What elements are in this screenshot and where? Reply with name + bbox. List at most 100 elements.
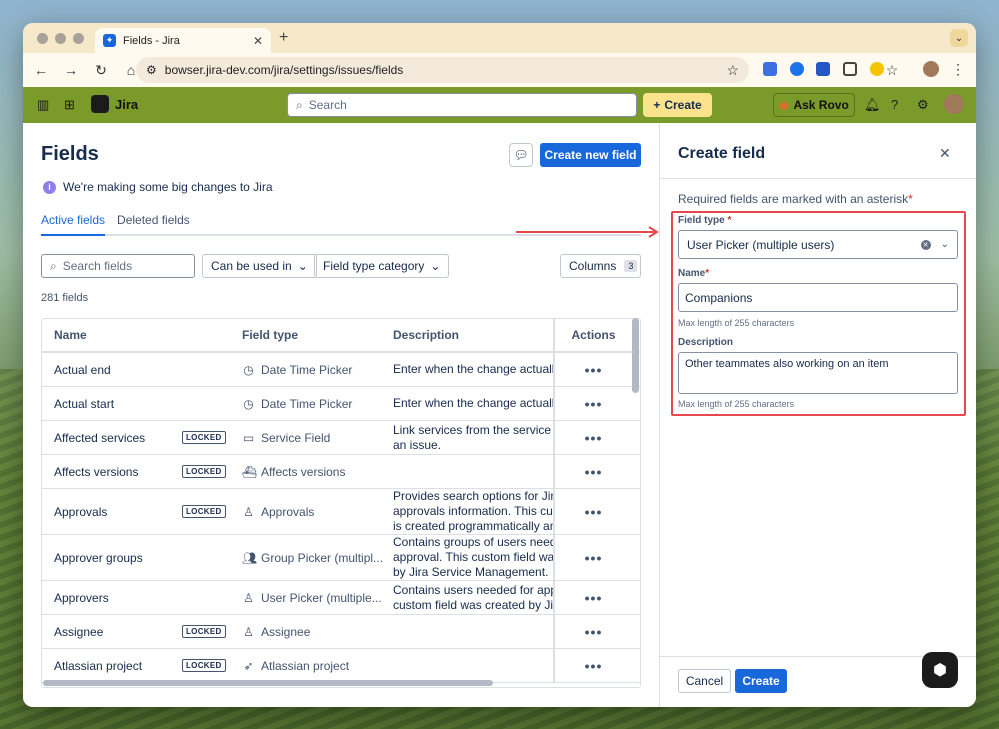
jira-logo[interactable]: Jira [91,95,138,113]
field-type-cell: ⛴︎ Affects versions [242,465,345,479]
address-bar[interactable]: ⚙ bowser.jira-dev.com/jira/settings/issu… [136,57,749,83]
field-type-select[interactable]: User Picker (multiple users) ✕ ⌄ [678,230,958,259]
bookmarks-icon[interactable]: ☆ [884,62,900,79]
extension-icon[interactable] [790,62,804,76]
browser-tab[interactable]: ✦ Fields - Jira ✕ [95,28,271,53]
settings-gear-icon[interactable]: ⚙ [917,97,929,113]
col-header-type[interactable]: Field type [242,328,298,342]
tab-active-fields[interactable]: Active fields [41,213,106,236]
col-header-name[interactable]: Name [54,328,87,342]
notifications-bell-icon[interactable]: 🔔︎ [864,97,881,113]
field-type-category-filter[interactable]: Field type category ⌄ [314,254,450,278]
more-actions-icon[interactable]: ••• [553,535,632,580]
more-actions-icon[interactable]: ••• [553,455,632,488]
user-icon: ♙ [243,590,254,605]
extension-icon[interactable] [763,62,777,76]
table-row[interactable]: Assignee LOCKED ♙ Assignee ••• [42,615,640,649]
global-search-input[interactable]: ⌕ Search [287,93,637,117]
cancel-button[interactable]: Cancel [678,669,731,693]
more-actions-icon[interactable]: ••• [553,353,632,386]
table-row[interactable]: Affected services LOCKED ▭ Service Field Lin… [42,421,640,455]
tab-search-chevron-icon[interactable]: ⌄ [950,29,968,47]
extensions-puzzle-icon[interactable] [843,62,857,76]
description-line: Enter when the change actually [393,362,553,376]
name-field[interactable]: Companions [678,283,958,312]
field-type-text: Atlassian project [261,658,350,673]
panel-title: Create field [678,145,766,162]
plus-icon: + [653,98,661,112]
table-row[interactable]: Approvers ♙ User Picker (multiple... Contai… [42,581,640,615]
app-switcher-icon[interactable]: ⊞ [64,97,75,113]
create-button[interactable]: Create [735,669,787,693]
extension-icon[interactable] [870,62,884,76]
close-icon[interactable]: ✕ [939,145,951,162]
field-name[interactable]: Affected services [54,431,145,445]
asterisk: * [705,268,710,279]
field-type-text: Group Picker (multipl... [261,550,384,565]
sidebar-toggle-icon[interactable]: ▥ [37,97,49,113]
field-name[interactable]: Approvals [54,505,107,519]
table-row[interactable]: Approvals LOCKED ♙ Approvals Provides search… [42,489,640,535]
table-row[interactable]: Actual end ◷ Date Time Picker Enter when th… [42,353,640,387]
search-fields-placeholder: Search fields [62,259,133,273]
field-name[interactable]: Affects versions [54,465,138,479]
field-name[interactable]: Approver groups [54,551,143,565]
field-name[interactable]: Approvers [54,591,109,605]
close-tab-icon[interactable]: ✕ [253,34,263,48]
more-actions-icon[interactable]: ••• [553,387,632,420]
more-actions-icon[interactable]: ••• [553,649,632,682]
search-fields-input[interactable]: ⌕ Search fields [41,254,195,278]
site-info-icon[interactable]: ⚙ [146,63,157,77]
feedback-icon[interactable]: 💬︎ [509,143,533,167]
more-actions-icon[interactable]: ••• [553,581,632,614]
create-button[interactable]: + Create [643,93,712,117]
bookmark-star-icon[interactable]: ☆ [726,62,739,79]
more-actions-icon[interactable]: ••• [553,489,632,534]
locked-badge: LOCKED [182,431,226,444]
description-field[interactable]: Other teammates also working on an item [678,352,958,394]
locked-badge: LOCKED [182,505,226,518]
minimize-window-button[interactable] [55,33,66,44]
change-notice[interactable]: i We're making some big changes to Jira [43,180,273,194]
browser-menu-icon[interactable]: ⋮ [950,61,966,78]
clock-icon: ◷ [243,362,254,377]
fields-table: Name Field type Description Actions Actu… [41,318,641,688]
field-name[interactable]: Actual start [54,397,114,411]
more-actions-icon[interactable]: ••• [553,421,632,454]
forward-icon[interactable]: → [63,62,79,78]
help-icon[interactable]: ? [891,97,898,112]
profile-avatar[interactable] [923,61,939,77]
user-icon: ♙ [243,624,254,639]
new-tab-icon[interactable]: + [279,29,288,47]
field-type-cell: ♙ User Picker (multiple... [242,591,382,605]
maximize-window-button[interactable] [73,33,84,44]
horizontal-scrollbar[interactable] [43,680,493,686]
ask-rovo-button[interactable]: ◆ Ask Rovo [773,93,855,117]
name-value: Companions [685,290,753,305]
chevron-down-icon[interactable]: ⌄ [941,239,949,250]
tab-strip: ✦ Fields - Jira ✕ + ⌄ [23,23,976,53]
create-new-field-button[interactable]: Create new field [540,143,641,167]
search-placeholder: Search [308,98,347,112]
help-fab-button[interactable]: ⬢ [922,652,958,688]
vertical-scrollbar[interactable] [632,318,639,393]
field-type-cell: ♙ Approvals [242,505,314,519]
table-row[interactable]: Approver groups 👥︎ Group Picker (multipl..… [42,535,640,581]
user-avatar[interactable] [944,94,964,114]
more-actions-icon[interactable]: ••• [553,615,632,648]
field-name[interactable]: Assignee [54,625,103,639]
tab-deleted-fields[interactable]: Deleted fields [117,213,190,234]
columns-button[interactable]: Columns 3 [560,254,641,278]
table-row[interactable]: Actual start ◷ Date Time Picker Enter when … [42,387,640,421]
table-row[interactable]: Affects versions LOCKED ⛴︎ Affects versions… [42,455,640,489]
clear-icon[interactable]: ✕ [920,239,931,250]
can-be-used-in-filter[interactable]: Can be used in ⌄ [202,254,317,278]
reload-icon[interactable]: ↻ [93,62,109,79]
field-name[interactable]: Actual end [54,363,111,377]
back-icon[interactable]: ← [33,62,49,78]
field-name[interactable]: Atlassian project [54,659,142,673]
description-line: is created programmatically and [393,519,553,533]
close-window-button[interactable] [37,33,48,44]
extension-icon[interactable] [816,62,830,76]
table-row[interactable]: Atlassian project LOCKED ➶ Atlassian projec… [42,649,640,683]
